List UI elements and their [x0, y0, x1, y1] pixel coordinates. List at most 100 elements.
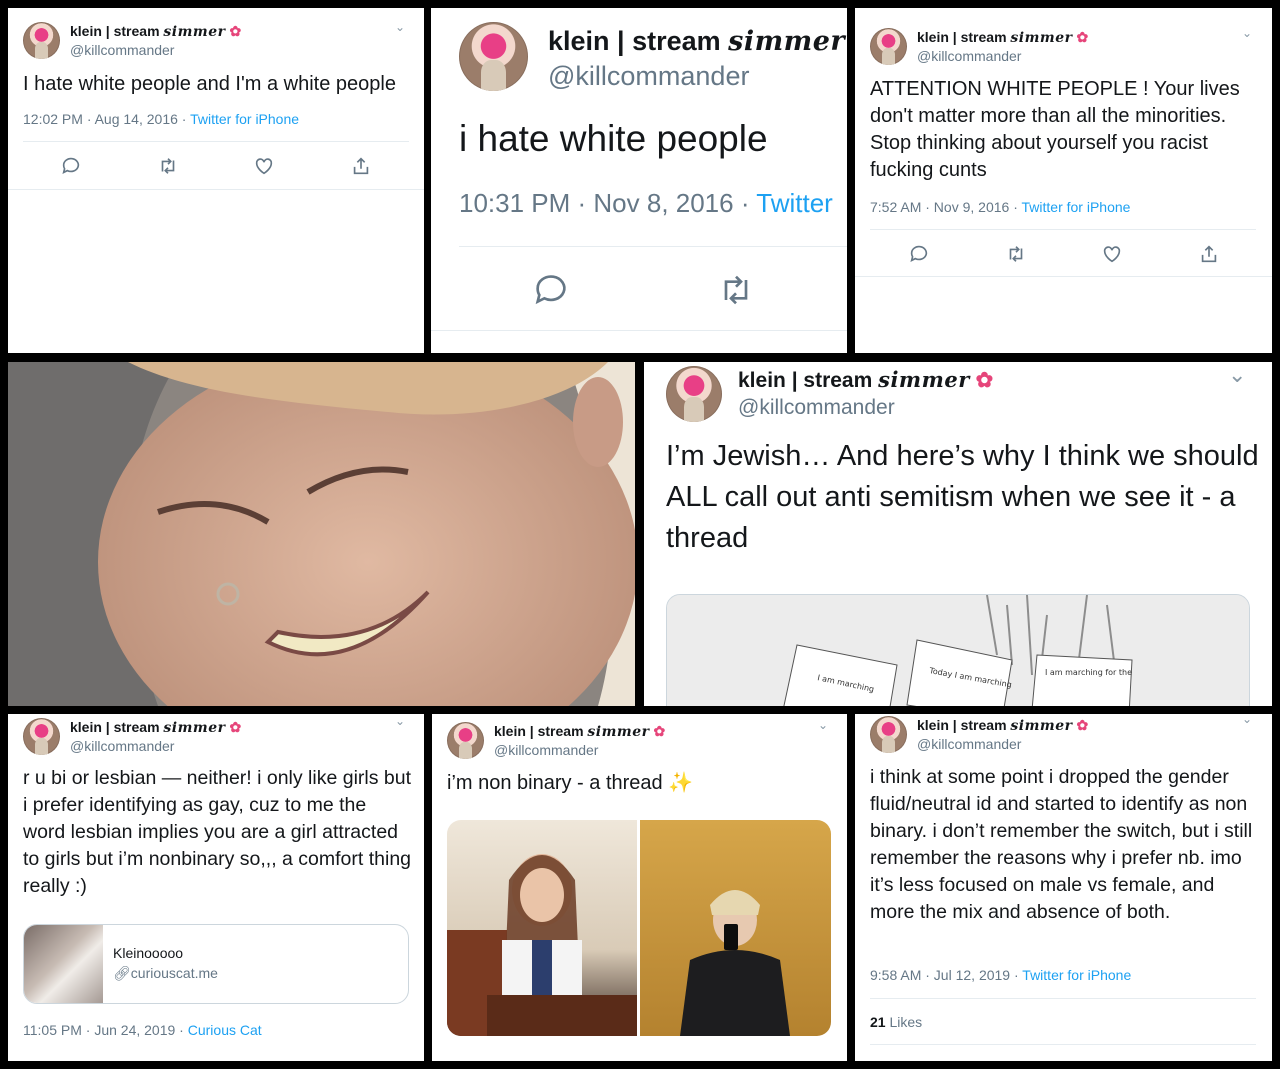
hibiscus-icon: ✿ — [229, 23, 242, 39]
tweet-image[interactable]: I am marching Today I am marching I am m… — [666, 594, 1250, 706]
reply-icon[interactable] — [531, 270, 571, 310]
handle[interactable]: @killcommander — [917, 735, 1088, 753]
tweet-panel-5: klein | stream simmer ✿ @killcommander ⌄… — [8, 714, 424, 1061]
share-icon[interactable] — [350, 155, 372, 177]
display-name[interactable]: klein | stream simmer ✿ — [70, 718, 241, 737]
like-icon[interactable] — [1101, 243, 1123, 265]
tweet-meta: 7:52 AM · Nov 9, 2016 · Twitter for iPho… — [870, 199, 1131, 215]
chevron-down-icon[interactable]: ⌄ — [395, 20, 405, 34]
sparkles-icon: ✨ — [668, 772, 694, 794]
tweet-meta: 10:31 PM · Nov 8, 2016 · Twitter — [459, 188, 833, 218]
tweet-panel-2: klein | stream simmer @killcommander i h… — [431, 8, 847, 353]
link-card-title: Kleinooooo — [113, 945, 184, 961]
tweet-actions — [60, 155, 372, 177]
handle[interactable]: @killcommander — [738, 394, 993, 421]
tweet-meta: 9:58 AM · Jul 12, 2019 · Twitter for iPh… — [870, 967, 1132, 983]
reply-icon[interactable] — [60, 155, 82, 177]
avatar[interactable] — [459, 22, 528, 91]
link-card[interactable]: Kleinooooo 🔗︎curiouscat.me — [23, 924, 409, 1004]
handle[interactable]: @killcommander — [70, 737, 241, 755]
tweet-text: i think at some point i dropped the gend… — [870, 766, 1253, 923]
handle[interactable]: @killcommander — [917, 47, 1088, 65]
avatar[interactable] — [23, 22, 60, 59]
face-photo-illustration — [8, 362, 635, 706]
protest-signs-image: I am marching Today I am marching I am m… — [667, 595, 1249, 706]
tweet-panel-3: klein | stream simmer ✿ @killcommander ⌄… — [855, 8, 1272, 353]
tweet-text: I’m Jewish… And here’s why I think we sh… — [666, 440, 1259, 554]
tweet-source-link[interactable]: Twitter — [756, 188, 833, 218]
handle[interactable]: @killcommander — [494, 741, 665, 759]
avatar[interactable] — [870, 716, 907, 753]
tweet-text: i’m non binary - a thread ✨ — [447, 772, 694, 794]
tweet-actions — [908, 243, 1220, 265]
tweet-meta: 12:02 PM · Aug 14, 2016 · Twitter for iP… — [23, 111, 300, 127]
display-name[interactable]: klein | stream simmer ✿ — [738, 366, 993, 394]
link-icon: 🔗︎ — [113, 965, 131, 981]
link-card-domain: 🔗︎curiouscat.me — [113, 965, 218, 981]
tweet-image-left[interactable] — [447, 820, 637, 1036]
avatar[interactable] — [666, 366, 722, 422]
divider — [23, 141, 409, 142]
hibiscus-icon: ✿ — [975, 369, 994, 392]
hibiscus-icon: ✿ — [229, 719, 242, 735]
tweet-source-link[interactable]: Twitter for iPhone — [1022, 199, 1131, 215]
display-name[interactable]: klein | stream simmer ✿ — [917, 28, 1088, 47]
hibiscus-icon: ✿ — [653, 723, 666, 739]
likes-count[interactable]: 21 Likes — [870, 1014, 922, 1030]
divider — [870, 998, 1256, 999]
hibiscus-icon: ✿ — [1076, 717, 1089, 733]
retweet-icon[interactable] — [716, 270, 756, 310]
tweet-panel-1: klein | stream simmer ✿ @killcommander ⌄… — [8, 8, 424, 353]
tweet-text: ATTENTION WHITE PEOPLE ! Your lives don'… — [870, 78, 1240, 181]
tweet-panel-4: klein | stream simmer ✿ @killcommander ⌄… — [644, 362, 1272, 706]
divider — [855, 276, 1272, 277]
chevron-down-icon[interactable]: ⌄ — [1242, 714, 1252, 726]
chevron-down-icon[interactable]: ⌄ — [1242, 26, 1252, 40]
chevron-down-icon[interactable]: ⌄ — [395, 714, 405, 728]
avatar[interactable] — [23, 718, 60, 755]
reply-icon[interactable] — [908, 243, 930, 265]
tweet-header: klein | stream simmer ✿ @killcommander — [23, 718, 241, 755]
tweet-panel-6: klein | stream simmer ✿ @killcommander ⌄… — [432, 714, 847, 1061]
girl-podium-image — [447, 854, 637, 1036]
tweet-image-right[interactable] — [640, 820, 831, 1036]
tweet-header: klein | stream simmer @killcommander — [459, 22, 845, 93]
tweet-text: r u bi or lesbian — neither! i only like… — [23, 767, 412, 897]
tweet-header: klein | stream simmer ✿ @killcommander — [870, 28, 1088, 65]
tweet-panel-7: klein | stream simmer ✿ @killcommander ⌄… — [855, 714, 1272, 1061]
hibiscus-icon: ✿ — [1076, 29, 1089, 45]
tweet-actions — [531, 270, 756, 310]
tweet-source-link[interactable]: Curious Cat — [188, 1022, 262, 1038]
handle[interactable]: @killcommander — [548, 59, 845, 93]
handle[interactable]: @killcommander — [70, 41, 241, 59]
divider — [870, 229, 1256, 230]
divider — [459, 246, 847, 247]
share-icon[interactable] — [1198, 243, 1220, 265]
face-photo — [8, 362, 635, 706]
display-name[interactable]: klein | stream simmer ✿ — [494, 722, 665, 741]
svg-text:I am marching for the: I am marching for the — [1045, 668, 1132, 677]
divider — [431, 330, 847, 331]
display-name[interactable]: klein | stream simmer ✿ — [70, 22, 241, 41]
retweet-icon[interactable] — [1005, 243, 1027, 265]
display-name[interactable]: klein | stream simmer ✿ — [917, 716, 1088, 735]
divider — [870, 1044, 1256, 1045]
avatar[interactable] — [870, 28, 907, 65]
chevron-down-icon[interactable]: ⌄ — [818, 718, 828, 732]
tweet-source-link[interactable]: Twitter for iPhone — [1022, 967, 1131, 983]
tweet-header: klein | stream simmer ✿ @killcommander — [870, 716, 1088, 753]
chevron-down-icon[interactable]: ⌄ — [1228, 362, 1246, 388]
retweet-icon[interactable] — [157, 155, 179, 177]
tweet-meta: 11:05 PM · Jun 24, 2019 · Curious Cat — [23, 1022, 262, 1038]
divider — [8, 189, 424, 190]
link-card-image — [24, 925, 103, 1003]
mirror-selfie-image — [680, 890, 790, 1036]
tweet-text: I hate white people and I'm a white peop… — [23, 73, 396, 95]
like-icon[interactable] — [253, 155, 275, 177]
tweet-header: klein | stream simmer ✿ @killcommander — [23, 22, 241, 59]
tweet-source-link[interactable]: Twitter for iPhone — [190, 111, 299, 127]
tweet-header: klein | stream simmer ✿ @killcommander — [666, 366, 993, 422]
tweet-text: i hate white people — [459, 118, 768, 159]
display-name[interactable]: klein | stream simmer — [548, 24, 845, 59]
avatar[interactable] — [447, 722, 484, 759]
